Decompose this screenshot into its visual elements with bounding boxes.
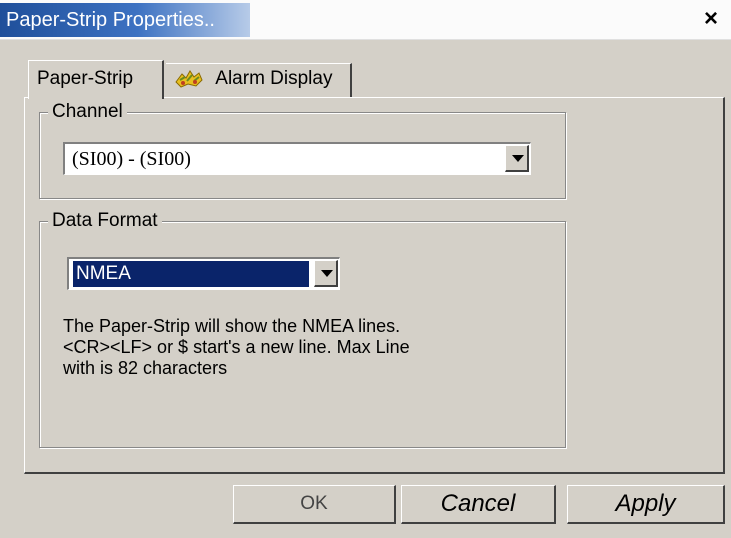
window-title: Paper-Strip Properties.. [0,3,250,37]
tab-alarm-display[interactable]: Alarm Display [166,63,352,97]
tab-paper-strip-label: Paper-Strip [37,68,134,89]
tab-alarm-display-label: Alarm Display [215,68,333,89]
tab-panel [24,97,725,474]
alarm-display-icon [174,68,204,90]
ok-button[interactable]: OK [233,485,396,524]
tab-paper-strip[interactable]: Paper-Strip [28,60,164,99]
close-button[interactable]: × [699,6,723,32]
properties-dialog: Paper-Strip Properties.. × Paper-Strip A… [0,0,731,538]
apply-button[interactable]: Apply [567,485,725,524]
title-bar[interactable]: Paper-Strip Properties.. × [0,0,731,40]
cancel-button[interactable]: Cancel [401,485,556,524]
